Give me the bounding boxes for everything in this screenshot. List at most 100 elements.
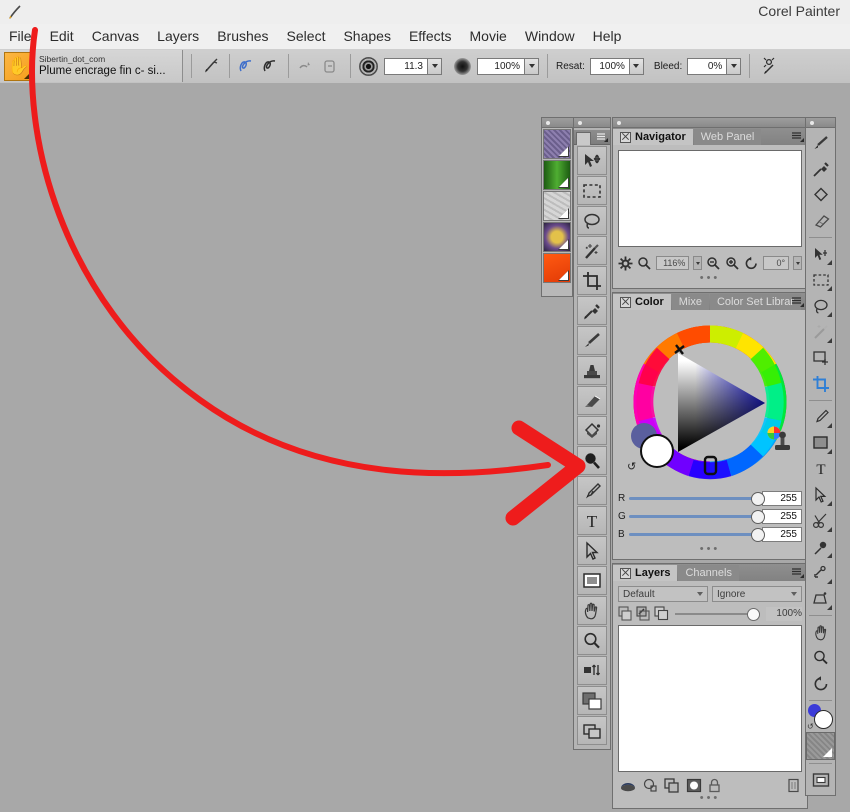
magic-wand-icon[interactable]	[807, 319, 834, 345]
eraser-tool-icon[interactable]	[807, 208, 834, 234]
bleed-stepper[interactable]	[727, 57, 742, 75]
magnifier-dark-tool[interactable]	[577, 446, 607, 475]
menu-file[interactable]: File	[0, 24, 41, 49]
layers-toggle-tool[interactable]	[577, 716, 607, 745]
pen-tool[interactable]	[577, 476, 607, 505]
pen-icon[interactable]	[807, 404, 834, 430]
slider-value-g[interactable]: 255	[762, 509, 802, 524]
menu-help[interactable]: Help	[584, 24, 631, 49]
menu-layers[interactable]: Layers	[148, 24, 208, 49]
pattern-swatch[interactable]	[543, 191, 571, 221]
shape-selection-icon[interactable]	[807, 482, 834, 508]
tab-color-set-library[interactable]: Color Set Librar	[709, 294, 802, 310]
close-icon[interactable]	[620, 131, 631, 143]
rectangular-selection-tool[interactable]	[577, 176, 607, 205]
new-layer-icon[interactable]	[664, 777, 680, 793]
slider-knob-g[interactable]	[751, 510, 765, 524]
scissors-icon[interactable]	[807, 508, 834, 534]
shape-add-point-icon[interactable]	[807, 534, 834, 560]
perspective-grid-icon[interactable]	[807, 586, 834, 612]
menu-shapes[interactable]: Shapes	[334, 24, 399, 49]
zoom-out-icon[interactable]	[706, 256, 721, 271]
brush-tool[interactable]	[577, 326, 607, 355]
menu-edit[interactable]: Edit	[41, 24, 83, 49]
materials-grip[interactable]	[541, 117, 575, 127]
freehand-stroke-icon[interactable]	[236, 54, 258, 78]
tab-mixer[interactable]: Mixe	[671, 294, 709, 310]
menu-movie[interactable]: Movie	[461, 24, 516, 49]
color-wheel[interactable]: ↺	[625, 317, 795, 487]
tab-layers[interactable]: Layers	[613, 565, 678, 581]
lasso-selection-icon[interactable]	[807, 293, 834, 319]
tab-navigator[interactable]: Navigator	[613, 129, 693, 145]
rotate-page-icon[interactable]	[807, 671, 834, 697]
weave-swatch[interactable]	[543, 222, 571, 252]
brush-size-input[interactable]: 11.3	[384, 57, 428, 75]
palette-grip[interactable]	[612, 117, 808, 127]
layer-adjuster-icon[interactable]	[807, 241, 834, 267]
paint-bucket-tool[interactable]	[577, 416, 607, 445]
slider-value-r[interactable]: 255	[762, 491, 802, 506]
primary-color-chip[interactable]	[640, 434, 674, 468]
lock-layer-icon[interactable]	[708, 778, 721, 793]
zoom-in-icon[interactable]	[725, 256, 740, 271]
color-swatch-tool[interactable]	[577, 686, 607, 715]
text-icon[interactable]: T	[807, 456, 834, 482]
color-swatch-icon[interactable]: ↺	[807, 704, 834, 731]
close-icon[interactable]	[620, 296, 631, 308]
pick-up-underlying-color-icon[interactable]	[636, 606, 651, 621]
rectangular-shape-icon[interactable]	[807, 430, 834, 456]
color-menu-icon[interactable]	[791, 296, 804, 307]
brush-creator-icon[interactable]	[759, 54, 781, 78]
crop-tool[interactable]	[577, 266, 607, 295]
layer-opacity-slider[interactable]	[675, 607, 760, 621]
menu-effects[interactable]: Effects	[400, 24, 461, 49]
navigator-zoom-stepper[interactable]	[693, 256, 703, 270]
straight-line-stroke-icon[interactable]	[260, 54, 282, 78]
brush-tool-icon[interactable]	[807, 130, 834, 156]
playback-stroke-icon[interactable]	[319, 54, 341, 78]
tab-color[interactable]: Color	[613, 294, 671, 310]
brush-selector[interactable]: ✋ Sibertin_dot_com Plume encrage fin c- …	[0, 50, 183, 82]
slider-track-b[interactable]	[629, 528, 765, 542]
brush-size-stepper[interactable]	[428, 57, 442, 75]
toolbox-menu-icon[interactable]	[596, 132, 608, 142]
menu-window[interactable]: Window	[516, 24, 584, 49]
menu-brushes[interactable]: Brushes	[208, 24, 277, 49]
crop-icon[interactable]	[807, 371, 834, 397]
magnifier-icon[interactable]	[807, 645, 834, 671]
color-resize-dots[interactable]: •••	[618, 544, 802, 555]
layer-mask-icon[interactable]	[654, 606, 669, 621]
record-stroke-icon[interactable]	[295, 54, 317, 78]
resat-stepper[interactable]	[629, 57, 644, 75]
dropper-tool[interactable]	[577, 296, 607, 325]
paint-bucket-tool-icon[interactable]	[807, 182, 834, 208]
color-stamp-icon[interactable]	[765, 425, 795, 457]
bleed-input[interactable]: 0%	[687, 57, 728, 75]
magnifier-tool[interactable]	[577, 626, 607, 655]
slider-knob-r[interactable]	[751, 492, 765, 506]
slider-track-r[interactable]	[629, 492, 765, 506]
rectangular-selection-icon[interactable]	[807, 267, 834, 293]
navigator-settings-icon[interactable]	[618, 256, 633, 271]
close-icon[interactable]	[620, 567, 631, 579]
navigator-resize-dots[interactable]: •••	[618, 273, 802, 284]
slider-knob-b[interactable]	[751, 528, 765, 542]
rubber-stamp-tool[interactable]	[577, 356, 607, 385]
new-layer-mask-icon[interactable]	[643, 778, 658, 793]
brush-opacity-input[interactable]: 100%	[477, 57, 525, 75]
brush-control-icon[interactable]	[201, 54, 223, 78]
toolbox-tab[interactable]	[576, 132, 591, 145]
tab-channels[interactable]: Channels	[678, 565, 739, 581]
navigator-rotation-value[interactable]: 0°	[763, 256, 790, 270]
layer-list[interactable]	[618, 625, 802, 772]
selection-adjuster-icon[interactable]	[807, 345, 834, 371]
layer-opacity-value[interactable]: 100%	[766, 606, 802, 621]
magic-wand-tool[interactable]	[577, 236, 607, 265]
menu-select[interactable]: Select	[278, 24, 335, 49]
slider-track-g[interactable]	[629, 510, 765, 524]
toolbox-grip[interactable]	[573, 117, 611, 127]
rectangular-shape-tool[interactable]	[577, 566, 607, 595]
resat-input[interactable]: 100%	[589, 57, 630, 75]
lasso-tool[interactable]	[577, 206, 607, 235]
